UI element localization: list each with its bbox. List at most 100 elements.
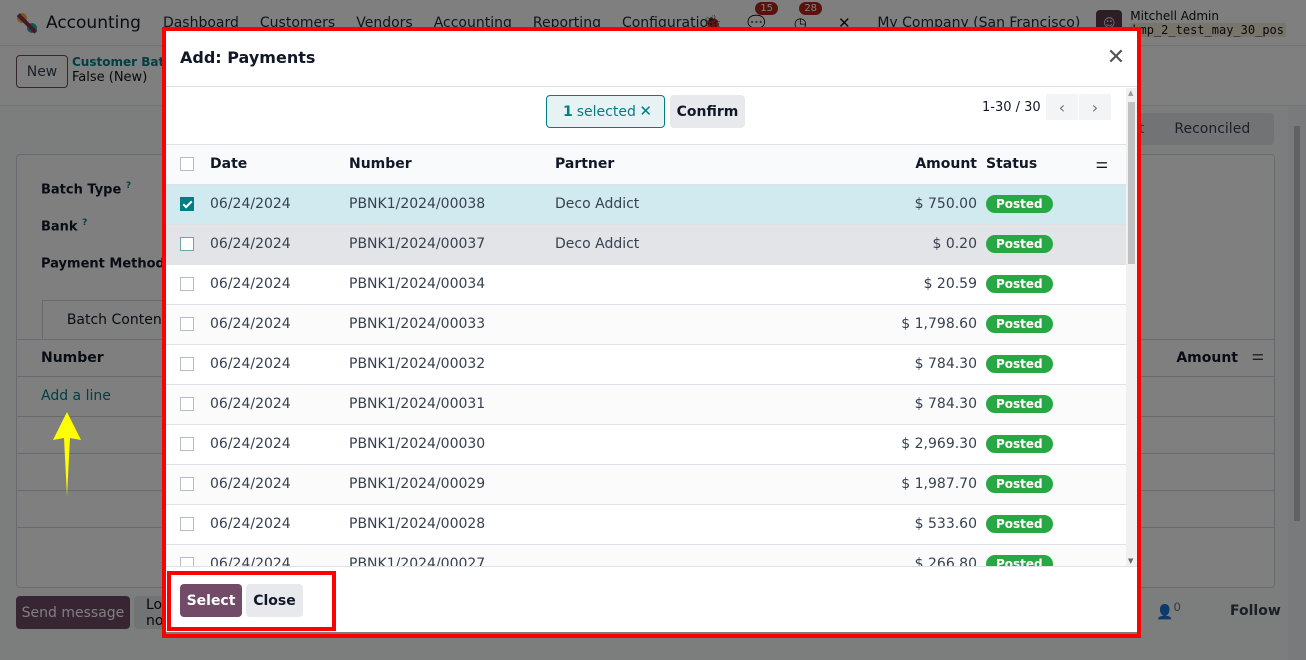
cell-date: 06/24/2024 — [210, 356, 291, 372]
add-payments-dialog: Add: Payments ✕ 1 selected ✕ Confirm 1-3… — [166, 31, 1137, 632]
row-checkbox[interactable] — [166, 424, 210, 464]
status-badge: Posted — [986, 195, 1053, 213]
table-row[interactable]: 06/24/2024 PBNK1/2024/00030 $ 2,969.30 Post… — [166, 424, 1126, 464]
row-checkbox[interactable] — [166, 544, 210, 566]
row-checkbox[interactable] — [166, 344, 210, 384]
cell-amount: $ 20.59 — [923, 276, 977, 292]
cell-amount: $ 784.30 — [914, 396, 977, 412]
cell-partner — [555, 504, 775, 544]
table-row[interactable]: 06/24/2024 PBNK1/2024/00028 $ 533.60 Posted — [166, 504, 1126, 544]
status-badge: Posted — [986, 475, 1053, 493]
column-amount[interactable]: Amount — [775, 145, 986, 184]
optional-columns-icon[interactable]: ⚌ — [1086, 145, 1126, 184]
checkbox-icon[interactable] — [180, 477, 194, 491]
cell-empty — [1086, 544, 1126, 566]
table-row[interactable]: 06/24/2024 PBNK1/2024/00037 Deco Addict $ 0… — [166, 224, 1126, 264]
cell-amount: $ 750.00 — [914, 196, 977, 212]
cell-date: 06/24/2024 — [210, 276, 291, 292]
status-badge: Posted — [986, 275, 1053, 293]
cell-status: Posted — [986, 464, 1086, 504]
checkbox-icon[interactable] — [180, 517, 194, 531]
table-row[interactable]: 06/24/2024 PBNK1/2024/00038 Deco Addict $ 7… — [166, 184, 1126, 224]
cell-empty — [1086, 344, 1126, 384]
dialog-title: Add: Payments — [180, 48, 316, 67]
cell-status: Posted — [986, 184, 1086, 224]
cell-number: PBNK1/2024/00038 — [349, 196, 486, 212]
row-checkbox[interactable] — [166, 384, 210, 424]
close-button[interactable]: Close — [246, 584, 303, 617]
payments-table: Date Number Partner Amount Status ⚌ 06/2… — [166, 145, 1126, 566]
cell-status: Posted — [986, 264, 1086, 304]
table-row[interactable]: 06/24/2024 PBNK1/2024/00033 $ 1,798.60 Post… — [166, 304, 1126, 344]
cell-date: 06/24/2024 — [210, 436, 291, 452]
cell-amount: $ 533.60 — [914, 516, 977, 532]
select-button[interactable]: Select — [180, 584, 242, 617]
table-row[interactable]: 06/24/2024 PBNK1/2024/00032 $ 784.30 Posted — [166, 344, 1126, 384]
cell-partner: Deco Addict — [555, 236, 640, 252]
selection-badge: 1 selected ✕ — [546, 95, 665, 128]
cell-empty — [1086, 384, 1126, 424]
cell-empty — [1086, 184, 1126, 224]
column-number[interactable]: Number — [349, 145, 555, 184]
cell-date: 06/24/2024 — [210, 196, 291, 212]
checkbox-icon[interactable] — [180, 317, 194, 331]
cell-status: Posted — [986, 384, 1086, 424]
cell-amount: $ 266.80 — [914, 556, 977, 566]
table-row[interactable]: 06/24/2024 PBNK1/2024/00034 $ 20.59 Posted — [166, 264, 1126, 304]
cell-date: 06/24/2024 — [210, 556, 291, 566]
cell-empty — [1086, 224, 1126, 264]
cell-number: PBNK1/2024/00034 — [349, 276, 486, 292]
cell-partner — [555, 424, 775, 464]
table-row[interactable]: 06/24/2024 PBNK1/2024/00031 $ 784.30 Posted — [166, 384, 1126, 424]
checkbox-icon[interactable] — [180, 437, 194, 451]
column-partner[interactable]: Partner — [555, 145, 775, 184]
close-icon[interactable]: ✕ — [1105, 47, 1127, 69]
select-all-checkbox[interactable] — [166, 145, 210, 184]
status-badge: Posted — [986, 355, 1053, 373]
cell-empty — [1086, 424, 1126, 464]
checkbox-icon[interactable] — [180, 557, 194, 566]
column-date[interactable]: Date — [210, 145, 349, 184]
status-badge: Posted — [986, 235, 1053, 253]
confirm-button[interactable]: Confirm — [670, 95, 745, 128]
cell-date: 06/24/2024 — [210, 396, 291, 412]
cell-partner — [555, 384, 775, 424]
row-checkbox[interactable] — [166, 504, 210, 544]
row-checkbox[interactable] — [166, 264, 210, 304]
cell-empty — [1086, 504, 1126, 544]
cell-amount: $ 0.20 — [932, 236, 977, 252]
cell-partner — [555, 544, 775, 566]
cell-date: 06/24/2024 — [210, 516, 291, 532]
cell-number: PBNK1/2024/00030 — [349, 436, 486, 452]
row-checkbox[interactable] — [166, 464, 210, 504]
table-header: Date Number Partner Amount Status ⚌ — [166, 145, 1126, 184]
cell-status: Posted — [986, 504, 1086, 544]
cell-empty — [1086, 464, 1126, 504]
table-row[interactable]: 06/24/2024 PBNK1/2024/00029 $ 1,987.70 Post… — [166, 464, 1126, 504]
row-checkbox[interactable] — [166, 304, 210, 344]
status-badge: Posted — [986, 315, 1053, 333]
cell-empty — [1086, 264, 1126, 304]
column-status[interactable]: Status — [986, 145, 1086, 184]
cell-partner — [555, 264, 775, 304]
unselect-all-icon[interactable]: ✕ — [639, 102, 652, 120]
checkbox-icon[interactable] — [180, 277, 194, 291]
pager-previous-icon[interactable]: ‹ — [1046, 94, 1078, 120]
row-checkbox[interactable] — [166, 224, 210, 264]
cell-status: Posted — [986, 304, 1086, 344]
selected-count: 1 — [563, 103, 573, 120]
cell-status: Posted — [986, 344, 1086, 384]
cell-amount: $ 784.30 — [914, 356, 977, 372]
checkbox-icon[interactable] — [180, 397, 194, 411]
row-checkbox[interactable] — [166, 184, 210, 224]
dialog-scrollbar[interactable]: ▲ ▼ — [1126, 88, 1137, 566]
cell-amount: $ 2,969.30 — [901, 436, 977, 452]
table-row[interactable]: 06/24/2024 PBNK1/2024/00027 $ 266.80 Posted — [166, 544, 1126, 566]
checkbox-checked-icon[interactable] — [180, 197, 194, 211]
checkbox-icon[interactable] — [180, 237, 194, 251]
checkbox-icon[interactable] — [180, 357, 194, 371]
cell-amount: $ 1,798.60 — [901, 316, 977, 332]
pager-next-icon[interactable]: › — [1079, 94, 1111, 120]
cell-date: 06/24/2024 — [210, 476, 291, 492]
pager-value[interactable]: 1-30 / 30 — [982, 100, 1041, 115]
